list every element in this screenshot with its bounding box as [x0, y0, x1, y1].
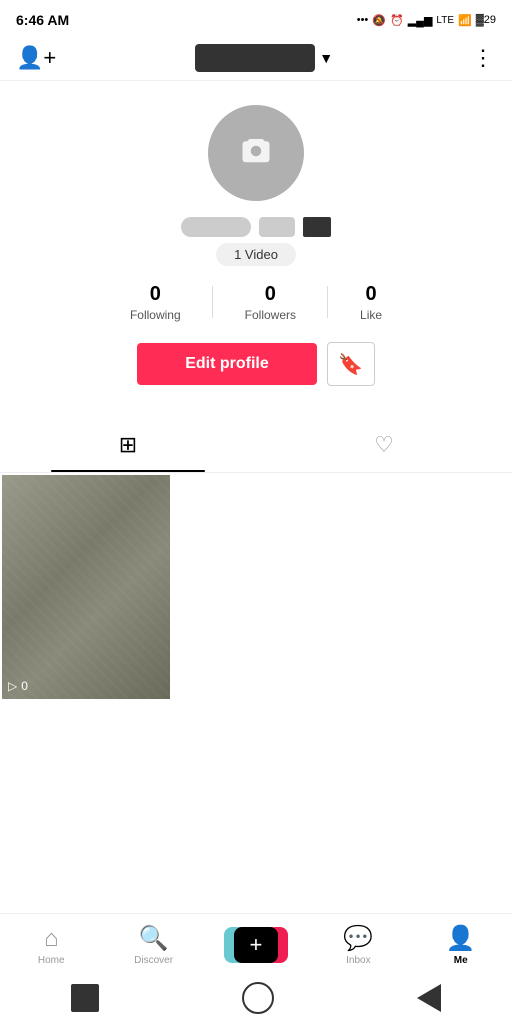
add-user-button[interactable]: 👤+	[16, 45, 56, 71]
home-button[interactable]	[242, 982, 274, 1014]
status-bar: 6:46 AM ••• 🔕 ⏰ ▂▄▆ LTE 📶 ▓29	[0, 0, 512, 36]
verified-badge	[303, 217, 331, 237]
home-icon: ⌂	[44, 925, 59, 953]
status-icons: ••• 🔕 ⏰ ▂▄▆ LTE 📶 ▓29	[357, 14, 496, 27]
tabs-row: ⊞ ♡	[0, 418, 512, 473]
status-time: 6:46 AM	[16, 12, 69, 28]
bookmark-icon: 🔖	[338, 352, 363, 377]
bottom-nav: ⌂ Home 🔍 Discover + 💬 Inbox 👤 Me	[0, 913, 512, 974]
add-button-inner: +	[234, 927, 278, 963]
display-name	[181, 217, 251, 237]
top-nav-center: ▼	[195, 44, 333, 72]
content-grid: ▷ 0	[0, 473, 512, 807]
signal-icon: •••	[357, 14, 369, 26]
tab-liked[interactable]: ♡	[256, 418, 512, 472]
battery-icon: ▓29	[476, 14, 496, 26]
add-button[interactable]: +	[230, 927, 282, 963]
nav-add[interactable]: +	[226, 927, 286, 963]
video-texture	[2, 475, 170, 699]
nav-discover[interactable]: 🔍 Discover	[124, 924, 184, 966]
bookmark-button[interactable]: 🔖	[327, 342, 375, 386]
followers-label: Followers	[245, 308, 296, 322]
inbox-label: Inbox	[346, 955, 370, 966]
username-display	[195, 44, 315, 72]
stat-followers[interactable]: 0 Followers	[213, 282, 328, 322]
avatar-wrapper	[208, 105, 304, 201]
name-row	[181, 217, 331, 237]
camera-icon	[238, 133, 274, 174]
likes-label: Like	[360, 308, 382, 322]
back-button[interactable]	[71, 984, 99, 1012]
more-options-button[interactable]: ⋮	[472, 45, 496, 71]
video-thumbnail[interactable]: ▷ 0	[2, 475, 170, 699]
signal-bars: ▂▄▆	[408, 14, 433, 27]
handle	[259, 217, 295, 237]
stat-following[interactable]: 0 Following	[98, 282, 213, 322]
stats-row: 0 Following 0 Followers 0 Like	[16, 282, 496, 322]
discover-label: Discover	[134, 955, 173, 966]
action-row: Edit profile 🔖	[137, 342, 375, 386]
edit-profile-button[interactable]: Edit profile	[137, 343, 317, 385]
recents-button[interactable]	[417, 984, 441, 1012]
profile-section: 1 Video 0 Following 0 Followers 0 Like E…	[0, 81, 512, 410]
following-label: Following	[130, 308, 181, 322]
grid-icon: ⊞	[119, 432, 137, 458]
heart-icon: ♡	[374, 432, 394, 458]
gesture-bar	[0, 974, 512, 1024]
me-label: Me	[454, 955, 468, 966]
play-icon: ▷	[8, 679, 17, 693]
likes-count: 0	[365, 282, 376, 306]
video-badge: 1 Video	[216, 243, 296, 266]
stat-likes[interactable]: 0 Like	[328, 282, 414, 322]
home-label: Home	[38, 955, 65, 966]
avatar	[208, 105, 304, 201]
followers-count: 0	[265, 282, 276, 306]
alarm-icon: ⏰	[390, 14, 404, 27]
mute-icon: 🔕	[372, 14, 386, 27]
plus-icon: +	[250, 934, 263, 956]
top-nav: 👤+ ▼ ⋮	[0, 36, 512, 81]
nav-me[interactable]: 👤 Me	[431, 924, 491, 966]
nav-inbox[interactable]: 💬 Inbox	[328, 924, 388, 966]
view-count: 0	[21, 679, 28, 693]
search-icon: 🔍	[139, 924, 169, 953]
lte-icon: LTE	[436, 15, 454, 26]
inbox-icon: 💬	[343, 924, 373, 953]
wifi-icon: 📶	[458, 14, 472, 27]
following-count: 0	[150, 282, 161, 306]
nav-home[interactable]: ⌂ Home	[21, 925, 81, 966]
content-spacer	[0, 807, 512, 913]
dropdown-icon[interactable]: ▼	[319, 50, 333, 66]
tab-grid[interactable]: ⊞	[0, 418, 256, 472]
top-nav-left: 👤+	[16, 45, 56, 71]
profile-icon: 👤	[446, 924, 476, 953]
video-play-info: ▷ 0	[8, 679, 28, 693]
